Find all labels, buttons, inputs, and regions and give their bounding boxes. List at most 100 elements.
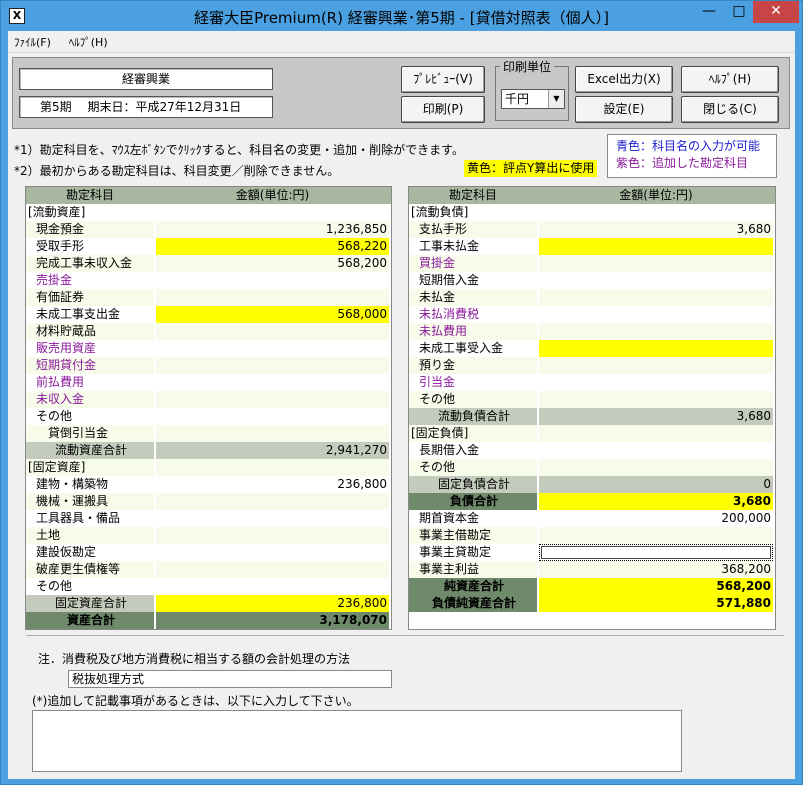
amount-cell[interactable] — [539, 459, 773, 476]
account-name[interactable]: 未払消費税 — [409, 306, 537, 323]
amount-cell[interactable] — [156, 408, 389, 425]
amount-cell[interactable] — [539, 425, 773, 442]
amount-cell[interactable]: 568,220 — [156, 238, 389, 255]
account-name[interactable]: 未払費用 — [409, 323, 537, 340]
amount-cell[interactable] — [156, 561, 389, 578]
amount-cell[interactable] — [156, 204, 389, 221]
amount-cell[interactable] — [156, 459, 389, 476]
table-row[interactable]: 建物・構築物 236,800 — [26, 476, 391, 493]
table-row[interactable]: [流動資産] — [26, 204, 391, 221]
account-name[interactable]: 支払手形 — [409, 221, 537, 238]
account-name[interactable]: 固定資産合計 — [26, 595, 154, 612]
account-name[interactable]: 土地 — [26, 527, 154, 544]
table-row[interactable]: 固定負債合計 0 — [409, 476, 775, 493]
amount-cell[interactable]: 3,680 — [539, 408, 773, 425]
account-name[interactable]: 買掛金 — [409, 255, 537, 272]
table-row[interactable]: その他 — [26, 408, 391, 425]
minimize-icon[interactable]: — — [695, 1, 723, 23]
account-name[interactable]: 未成工事受入金 — [409, 340, 537, 357]
table-row[interactable]: 現金預金 1,236,850 — [26, 221, 391, 238]
amount-cell[interactable]: 568,200 — [539, 578, 773, 595]
account-name[interactable]: 期首資本金 — [409, 510, 537, 527]
account-name[interactable]: 工事未払金 — [409, 238, 537, 255]
amount-cell[interactable] — [156, 272, 389, 289]
account-name[interactable]: [流動負債] — [409, 204, 537, 221]
account-name[interactable]: 建物・構築物 — [26, 476, 154, 493]
table-row[interactable]: 未払費用 — [409, 323, 775, 340]
menu-help[interactable]: ﾍﾙﾌﾟ(H) — [63, 31, 116, 50]
amount-cell[interactable]: 568,000 — [156, 306, 389, 323]
close-button[interactable]: 閉じる(C) — [681, 96, 779, 123]
amount-cell[interactable] — [156, 323, 389, 340]
amount-cell[interactable]: 1,236,850 — [156, 221, 389, 238]
account-name[interactable]: 純資産合計 — [409, 578, 537, 595]
account-name[interactable]: [固定負債] — [409, 425, 537, 442]
account-name[interactable]: その他 — [409, 391, 537, 408]
print-button[interactable]: 印刷(P) — [401, 96, 485, 123]
account-name[interactable]: 未払金 — [409, 289, 537, 306]
account-name[interactable]: その他 — [26, 408, 154, 425]
table-row[interactable]: 販売用資産 — [26, 340, 391, 357]
table-row[interactable]: その他 — [409, 459, 775, 476]
amount-cell[interactable] — [539, 238, 773, 255]
account-name[interactable]: 短期借入金 — [409, 272, 537, 289]
amount-cell[interactable] — [156, 527, 389, 544]
amount-cell[interactable] — [156, 374, 389, 391]
account-name[interactable]: 短期貸付金 — [26, 357, 154, 374]
table-row[interactable]: 未成工事受入金 — [409, 340, 775, 357]
table-row[interactable]: 短期借入金 — [409, 272, 775, 289]
account-name[interactable]: 未成工事支出金 — [26, 306, 154, 323]
account-name[interactable]: 事業主借勘定 — [409, 527, 537, 544]
account-name[interactable]: 材料貯蔵品 — [26, 323, 154, 340]
table-row[interactable]: 負債純資産合計 571,880 — [409, 595, 775, 612]
tax-method-field[interactable]: 税抜処理方式 — [68, 670, 392, 688]
close-icon[interactable]: ✕ — [753, 1, 799, 23]
amount-cell[interactable]: 2,941,270 — [156, 442, 389, 459]
table-row[interactable]: 預り金 — [409, 357, 775, 374]
amount-cell[interactable]: 3,178,070 — [156, 612, 389, 629]
amount-cell[interactable] — [539, 527, 773, 544]
amount-cell[interactable]: 368,200 — [539, 561, 773, 578]
account-name[interactable]: 有価証券 — [26, 289, 154, 306]
amount-cell[interactable] — [539, 391, 773, 408]
account-name[interactable]: 事業主利益 — [409, 561, 537, 578]
account-name[interactable]: 前払費用 — [26, 374, 154, 391]
table-row[interactable]: 工事未払金 — [409, 238, 775, 255]
account-name[interactable]: 工具器具・備品 — [26, 510, 154, 527]
table-row[interactable]: 材料貯蔵品 — [26, 323, 391, 340]
account-name[interactable]: [固定資産] — [26, 459, 154, 476]
table-row[interactable]: [固定資産] — [26, 459, 391, 476]
chevron-down-icon[interactable]: ▼ — [548, 90, 564, 108]
account-name[interactable]: 資産合計 — [26, 612, 154, 629]
table-row[interactable]: 売掛金 — [26, 272, 391, 289]
account-name[interactable]: 売掛金 — [26, 272, 154, 289]
amount-cell[interactable] — [539, 204, 773, 221]
amount-cell[interactable] — [539, 544, 773, 561]
amount-cell[interactable]: 236,800 — [156, 476, 389, 493]
account-name[interactable]: 貸倒引当金 — [26, 425, 154, 442]
account-name[interactable]: 事業主貸勘定 — [409, 544, 537, 561]
amount-cell[interactable] — [156, 493, 389, 510]
account-name[interactable]: 販売用資産 — [26, 340, 154, 357]
amount-cell[interactable] — [156, 391, 389, 408]
table-row[interactable]: 資産合計 3,178,070 — [26, 612, 391, 629]
table-row[interactable]: その他 — [409, 391, 775, 408]
account-name[interactable]: 負債純資産合計 — [409, 595, 537, 612]
amount-cell[interactable] — [156, 357, 389, 374]
table-row[interactable]: 有価証券 — [26, 289, 391, 306]
account-name[interactable]: 破産更生債権等 — [26, 561, 154, 578]
amount-cell[interactable] — [156, 289, 389, 306]
table-row[interactable]: 土地 — [26, 527, 391, 544]
amount-cell[interactable] — [156, 340, 389, 357]
table-row[interactable]: 未払金 — [409, 289, 775, 306]
table-row[interactable]: 短期貸付金 — [26, 357, 391, 374]
table-row[interactable]: 機械・運搬具 — [26, 493, 391, 510]
table-row[interactable]: 支払手形 3,680 — [409, 221, 775, 238]
table-row[interactable]: 破産更生債権等 — [26, 561, 391, 578]
table-row[interactable]: 事業主借勘定 — [409, 527, 775, 544]
amount-cell[interactable]: 3,680 — [539, 221, 773, 238]
table-row[interactable]: 未成工事支出金 568,000 — [26, 306, 391, 323]
table-row[interactable]: 固定資産合計 236,800 — [26, 595, 391, 612]
amount-cell[interactable] — [539, 357, 773, 374]
preview-button[interactable]: ﾌﾟﾚﾋﾞｭｰ(V) — [401, 66, 485, 93]
